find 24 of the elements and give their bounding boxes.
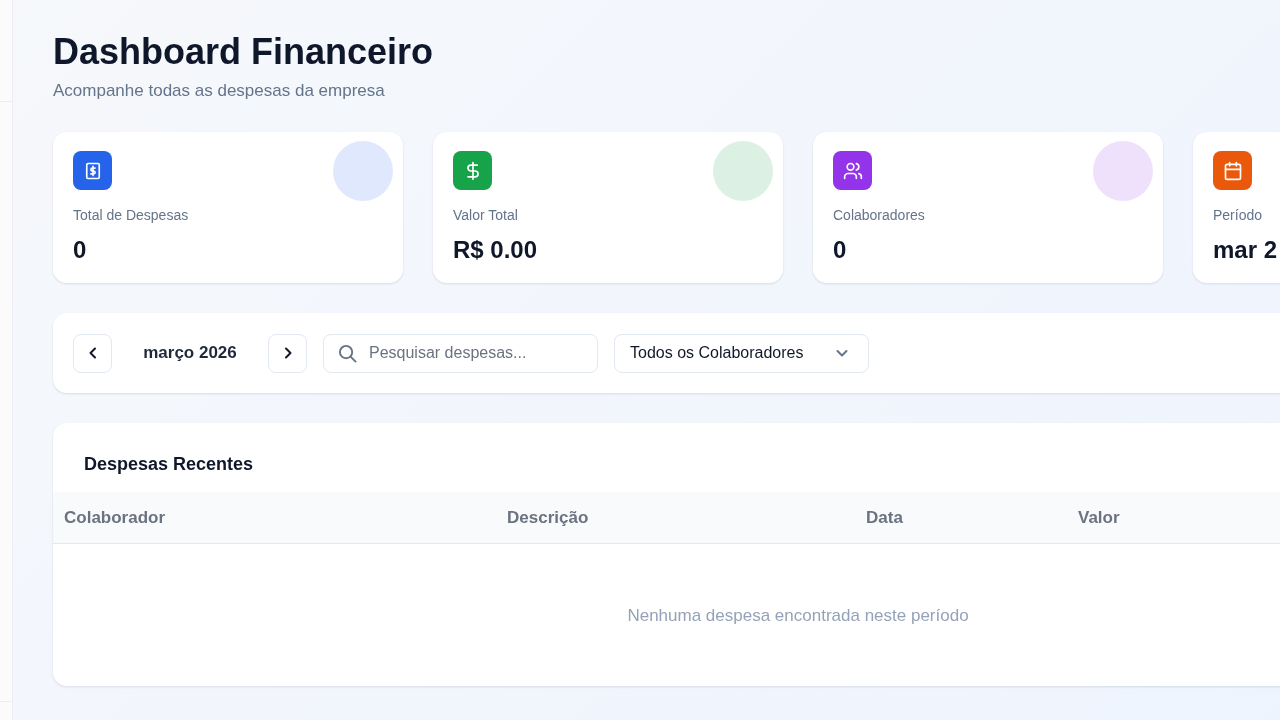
- stat-value: 0: [73, 236, 87, 264]
- stat-label: Total de Despesas: [73, 206, 189, 224]
- decor-circle: [713, 141, 773, 201]
- previous-month-button[interactable]: [73, 333, 112, 373]
- column-header: Data: [866, 507, 903, 528]
- decor-circle: [333, 141, 393, 201]
- column-header: Colaborador: [64, 507, 166, 528]
- stat-value: 0: [833, 236, 847, 264]
- page-subtitle: Acompanhe todas as despesas da empresa: [53, 81, 385, 100]
- next-month-button[interactable]: [268, 333, 307, 373]
- month-label: março 2026: [143, 343, 237, 363]
- page-title: Dashboard Financeiro: [53, 31, 434, 72]
- table-title: Despesas Recentes: [84, 453, 254, 476]
- stat-label: Valor Total: [453, 206, 518, 224]
- search-field[interactable]: Pesquisar despesas...: [323, 333, 598, 373]
- column-header: Valor: [1078, 507, 1120, 528]
- stat-value: R$ 0.00: [453, 236, 538, 264]
- stat-label: Colaboradores: [833, 206, 925, 224]
- empty-message: Nenhuma despesa encontrada neste período: [627, 605, 969, 627]
- search-icon: [338, 343, 357, 363]
- column-header: Descrição: [507, 507, 589, 528]
- stat-value: mar 2: [1213, 236, 1278, 264]
- collaborator-select[interactable]: Todos os Colaboradores: [614, 333, 869, 373]
- stat-label: Período: [1213, 206, 1263, 224]
